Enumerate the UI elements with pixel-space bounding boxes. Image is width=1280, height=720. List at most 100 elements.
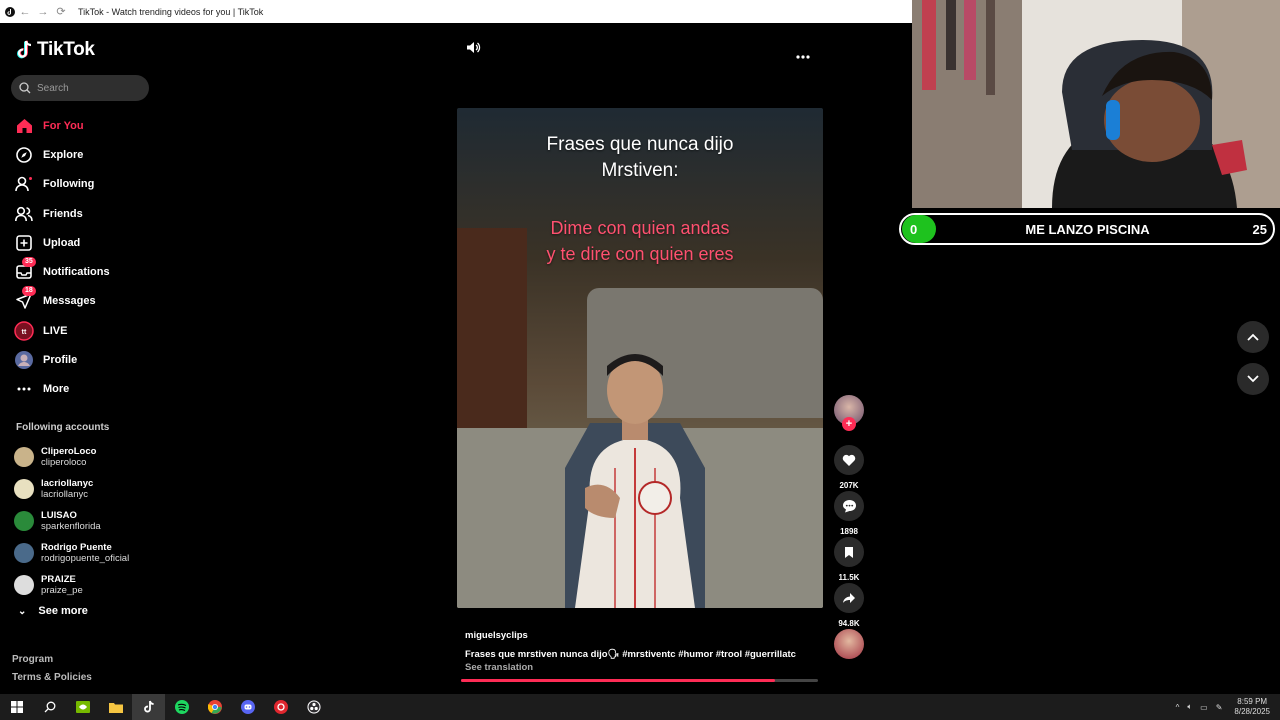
volume-tray-icon[interactable]: 🔈︎: [1187, 702, 1192, 712]
like-count: 207K: [839, 481, 859, 490]
nav-messages[interactable]: 18 Messages: [14, 286, 154, 316]
comment-action[interactable]: 1898: [834, 491, 864, 537]
upload-icon: [14, 233, 34, 253]
action-bar: + 207K 1898 11.5K 94.8K: [834, 395, 864, 659]
taskbar-search-icon[interactable]: [33, 694, 66, 720]
file-explorer-icon[interactable]: [99, 694, 132, 720]
chevron-down-icon: ⌄: [18, 605, 27, 617]
nav-label: Notifications: [43, 266, 110, 279]
avatar: [14, 447, 34, 467]
live-icon: tt: [14, 320, 34, 341]
nav-label: Explore: [43, 148, 84, 161]
creator-avatar-action[interactable]: +: [834, 395, 864, 445]
inbox-icon: 35: [14, 257, 36, 282]
save-count: 11.5K: [838, 573, 860, 582]
video-progress-fill: [461, 679, 776, 682]
obs-icon[interactable]: [297, 694, 330, 720]
discord-icon[interactable]: [231, 694, 264, 720]
chrome-icon[interactable]: [198, 694, 231, 720]
reload-icon[interactable]: ⟳: [52, 5, 70, 18]
search-icon: [19, 82, 31, 94]
music-disc-avatar[interactable]: [834, 629, 864, 659]
account-handle: lacriollanyc: [41, 489, 88, 500]
nav-label: For You: [43, 119, 84, 132]
spotify-icon[interactable]: [165, 694, 198, 720]
notifications-badge: 35: [22, 257, 36, 268]
next-video-button[interactable]: [1237, 363, 1269, 395]
window-titlebar: ← → ⟳ TikTok - Watch trending videos for…: [0, 0, 912, 23]
share-count: 94.8K: [838, 619, 860, 628]
footer-link[interactable]: Program: [12, 651, 92, 669]
recording-app-icon[interactable]: [264, 694, 297, 720]
tiktok-logo[interactable]: TikTok: [16, 39, 95, 61]
account-name: PRAIZE: [41, 574, 76, 585]
previous-video-button[interactable]: [1237, 321, 1269, 353]
following-account-item[interactable]: lacriollanyc lacriollanyc: [14, 473, 154, 505]
window-title: TikTok - Watch trending videos for you |…: [78, 6, 264, 17]
nav-label: Profile: [43, 354, 78, 367]
clock[interactable]: 8:59 PM 8/28/2025: [1234, 697, 1270, 717]
see-more-label: See more: [38, 605, 88, 617]
following-icon: [14, 174, 34, 194]
back-icon[interactable]: ←: [16, 6, 34, 18]
tiktok-taskbar-icon[interactable]: [132, 694, 165, 720]
footer-links: Program Terms & Policies: [12, 651, 92, 687]
video-author[interactable]: miguelsyclips: [465, 630, 815, 641]
avatar[interactable]: +: [834, 395, 864, 431]
search-input[interactable]: [37, 82, 137, 94]
follow-plus-icon[interactable]: +: [842, 417, 856, 431]
nav-upload[interactable]: Upload: [14, 228, 154, 257]
following-account-item[interactable]: CliperoLoco cliperoloco: [14, 441, 154, 473]
challenge-left-count: 0: [902, 215, 936, 243]
share-icon[interactable]: [834, 583, 864, 613]
heart-icon[interactable]: [834, 445, 864, 475]
footer-link[interactable]: Terms & Policies: [12, 669, 92, 687]
windows-start-icon[interactable]: [0, 694, 33, 720]
nav-profile[interactable]: Profile: [14, 345, 154, 374]
video-description: Frases que mrstiven nunca dijo🗣 #mrstive…: [465, 649, 796, 660]
following-account-item[interactable]: PRAIZE praize_pe: [14, 569, 154, 601]
account-name: lacriollanyc: [41, 478, 94, 489]
volume-icon[interactable]: [466, 41, 481, 59]
nav-for-you[interactable]: For You: [14, 111, 154, 140]
challenge-right-count: 25: [1252, 221, 1267, 237]
nvidia-icon[interactable]: [66, 694, 99, 720]
bookmark-icon[interactable]: [834, 537, 864, 567]
video-person: [565, 354, 705, 608]
svg-text:tt: tt: [22, 329, 27, 336]
nav-following[interactable]: Following: [14, 170, 154, 199]
network-icon[interactable]: ▭: [1200, 703, 1208, 712]
comment-icon[interactable]: [834, 491, 864, 521]
nav-friends[interactable]: Friends: [14, 199, 154, 228]
tray-expand-icon[interactable]: ^: [1176, 703, 1180, 712]
windows-taskbar: ^ 🔈︎ ▭ ✎ 8:59 PM 8/28/2025: [0, 694, 1280, 720]
see-more-button[interactable]: ⌄ See more: [18, 605, 88, 617]
see-translation-link[interactable]: See translation: [465, 662, 815, 673]
compass-icon: [14, 145, 34, 165]
nav-explore[interactable]: Explore: [14, 140, 154, 169]
video-caption-highlight: Dime con quien andas: [550, 218, 730, 238]
nav-live[interactable]: tt LIVE: [14, 316, 154, 345]
save-action[interactable]: 11.5K: [834, 537, 864, 583]
profile-icon: [14, 350, 34, 370]
following-account-item[interactable]: Rodrigo Puente rodrigopuente_oficial: [14, 537, 154, 569]
pen-icon[interactable]: ✎: [1216, 703, 1223, 712]
avatar: [14, 479, 34, 499]
chevron-up-icon: [1247, 333, 1259, 341]
share-action[interactable]: 94.8K: [834, 583, 864, 629]
video-progress-bar[interactable]: [461, 679, 818, 682]
app-name: TikTok: [37, 39, 95, 60]
search-bar[interactable]: [11, 75, 149, 101]
following-accounts-list: CliperoLoco cliperoloco lacriollanyc lacri…: [14, 441, 154, 601]
main-nav: For You Explore Following Friends Upload: [14, 111, 154, 404]
system-tray: ^ 🔈︎ ▭ ✎ 8:59 PM 8/28/2025: [1176, 694, 1270, 720]
video-player[interactable]: Frases que nunca dijo Mrstiven: Dime con…: [457, 108, 823, 608]
more-options-icon[interactable]: [796, 46, 810, 64]
account-handle: sparkenflorida: [41, 521, 101, 532]
music-disc-action[interactable]: [834, 629, 864, 659]
following-account-item[interactable]: LUISAO sparkenflorida: [14, 505, 154, 537]
like-action[interactable]: 207K: [834, 445, 864, 491]
forward-icon[interactable]: →: [34, 6, 52, 18]
nav-more[interactable]: More: [14, 375, 154, 404]
nav-notifications[interactable]: 35 Notifications: [14, 257, 154, 286]
